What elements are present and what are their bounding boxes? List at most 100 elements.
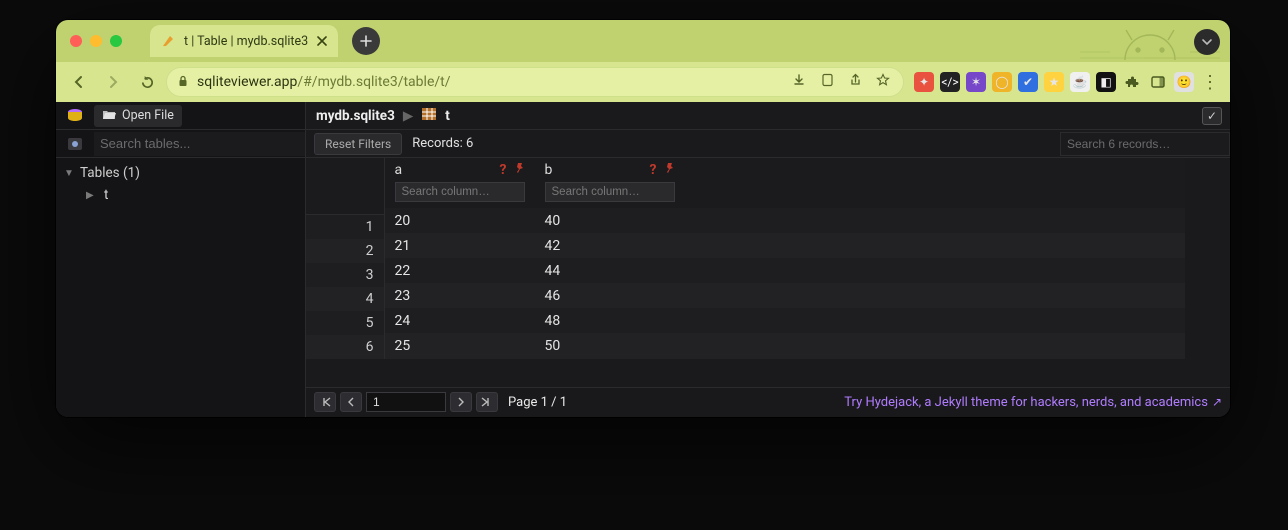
row-number[interactable]: 3 [306, 263, 384, 287]
tab-favicon-icon [160, 33, 176, 49]
cell[interactable]: 42 [535, 233, 685, 258]
cell[interactable]: 24 [385, 308, 535, 333]
cell[interactable]: 20 [385, 208, 535, 233]
reload-button[interactable] [132, 67, 162, 97]
side-panel-icon[interactable] [1148, 72, 1168, 92]
app-logo-icon [64, 106, 86, 126]
cell[interactable]: 21 [385, 233, 535, 258]
tab-close-button[interactable] [314, 33, 330, 49]
tables-group[interactable]: ▼ Tables (1) [56, 162, 305, 184]
first-page-button[interactable] [314, 392, 336, 412]
extension-icon[interactable]: ✔ [1018, 72, 1038, 92]
lock-icon [177, 75, 189, 90]
extensions-puzzle-icon[interactable] [1122, 72, 1142, 92]
page-input[interactable] [366, 392, 446, 412]
database-thumb-icon[interactable] [64, 134, 86, 154]
extension-icon[interactable]: ✦ [914, 72, 934, 92]
next-page-button[interactable] [450, 392, 472, 412]
pager: Page 1 / 1 Try Hydejack, a Jekyll theme … [306, 387, 1230, 417]
column-type-icon[interactable]: ? [500, 162, 507, 178]
reset-filters-label: Reset Filters [325, 137, 391, 151]
cell[interactable]: 25 [385, 333, 535, 358]
pin-icon[interactable] [663, 162, 675, 178]
cell[interactable]: 48 [535, 308, 685, 333]
table-item[interactable]: ▶ t [56, 184, 305, 206]
column-header[interactable]: b ? [535, 158, 685, 208]
table-row[interactable]: 2448 [385, 308, 1185, 333]
tables-group-label: Tables (1) [80, 165, 140, 181]
chevron-down-icon [1201, 36, 1213, 48]
footer-promo-text: Try Hydejack, a Jekyll theme for hackers… [844, 395, 1208, 410]
column-search-input[interactable] [395, 182, 525, 202]
table-row[interactable]: 2040 [385, 208, 1185, 233]
extension-icon[interactable]: </> [940, 72, 960, 92]
column-header[interactable]: a ? [385, 158, 535, 208]
cell[interactable]: 23 [385, 283, 535, 308]
extension-icon[interactable]: ☕ [1070, 72, 1090, 92]
row-number[interactable]: 5 [306, 311, 384, 335]
table-row[interactable]: 2244 [385, 258, 1185, 283]
column-search-input[interactable] [545, 182, 675, 202]
pin-icon[interactable] [513, 162, 525, 178]
install-app-icon[interactable] [789, 73, 809, 91]
prev-page-button[interactable] [340, 392, 362, 412]
bookmark-star-icon[interactable] [873, 73, 893, 91]
browser-window: t | Table | mydb.sqlite3 [56, 20, 1230, 417]
open-file-button[interactable]: Open File [94, 105, 182, 127]
row-number[interactable]: 6 [306, 335, 384, 359]
forward-button[interactable] [98, 67, 128, 97]
toolbar: Reset Filters Records: 6 [306, 130, 1230, 158]
window-minimize-button[interactable] [90, 35, 102, 47]
window-fullscreen-button[interactable] [110, 35, 122, 47]
cell[interactable]: 50 [535, 333, 685, 358]
extension-row: ✦ </> ✶ ◯ ✔ ★ ☕ ◧ 🙂 [914, 72, 1194, 92]
table-item-label: t [104, 187, 108, 203]
extension-icon[interactable]: ★ [1044, 72, 1064, 92]
last-page-button[interactable] [476, 392, 498, 412]
tab-strip: t | Table | mydb.sqlite3 [56, 20, 1230, 62]
folder-open-icon [102, 108, 116, 124]
omnibox[interactable]: sqliteviewer.app/#/mydb.sqlite3/table/t/ [166, 67, 904, 97]
new-tab-button[interactable] [352, 27, 380, 55]
table-row[interactable]: 2346 [385, 283, 1185, 308]
footer-promo-link[interactable]: Try Hydejack, a Jekyll theme for hackers… [844, 395, 1222, 410]
browser-menu-button[interactable]: ⋮ [1198, 72, 1222, 93]
profile-menu-button[interactable] [1194, 29, 1220, 55]
row-number[interactable]: 2 [306, 239, 384, 263]
table-row[interactable]: 2142 [385, 233, 1185, 258]
profile-avatar-icon[interactable]: 🙂 [1174, 72, 1194, 92]
cell[interactable]: 40 [535, 208, 685, 233]
cell[interactable]: 46 [535, 283, 685, 308]
browser-tab[interactable]: t | Table | mydb.sqlite3 [150, 25, 338, 57]
window-close-button[interactable] [70, 35, 82, 47]
disclosure-triangle-icon[interactable]: ▼ [64, 168, 76, 179]
breadcrumb: mydb.sqlite3 ▶ t ✓ [306, 102, 1230, 130]
reset-filters-button[interactable]: Reset Filters [314, 133, 402, 155]
reader-mode-icon[interactable] [817, 73, 837, 91]
url-path: /#/mydb.sqlite3/table/t/ [297, 74, 450, 90]
confirm-button[interactable]: ✓ [1202, 107, 1222, 125]
records-count: Records: 6 [412, 136, 473, 151]
column-name: a [395, 162, 403, 178]
row-number[interactable]: 1 [306, 214, 384, 239]
column-type-icon[interactable]: ? [650, 162, 657, 178]
back-button[interactable] [64, 67, 94, 97]
cell[interactable]: 44 [535, 258, 685, 283]
window-traffic-lights [70, 35, 122, 47]
data-table: a ? b [385, 158, 1185, 359]
extension-icon[interactable]: ◧ [1096, 72, 1116, 92]
row-number[interactable]: 4 [306, 287, 384, 311]
app: Open File ▼ Tables (1) ▶ t [56, 102, 1230, 417]
search-records-input[interactable] [1060, 132, 1230, 156]
omnibox-actions [789, 73, 893, 91]
cell[interactable]: 22 [385, 258, 535, 283]
search-tables-input[interactable] [94, 132, 305, 156]
crumb-table: t [445, 108, 450, 124]
disclosure-triangle-icon[interactable]: ▶ [86, 190, 98, 201]
table-row[interactable]: 2550 [385, 333, 1185, 358]
data-grid: 1 2 3 4 5 6 a ? [306, 158, 1230, 359]
omnibox-url: sqliteviewer.app/#/mydb.sqlite3/table/t/ [197, 74, 781, 90]
extension-icon[interactable]: ◯ [992, 72, 1012, 92]
extension-icon[interactable]: ✶ [966, 72, 986, 92]
share-icon[interactable] [845, 73, 865, 91]
